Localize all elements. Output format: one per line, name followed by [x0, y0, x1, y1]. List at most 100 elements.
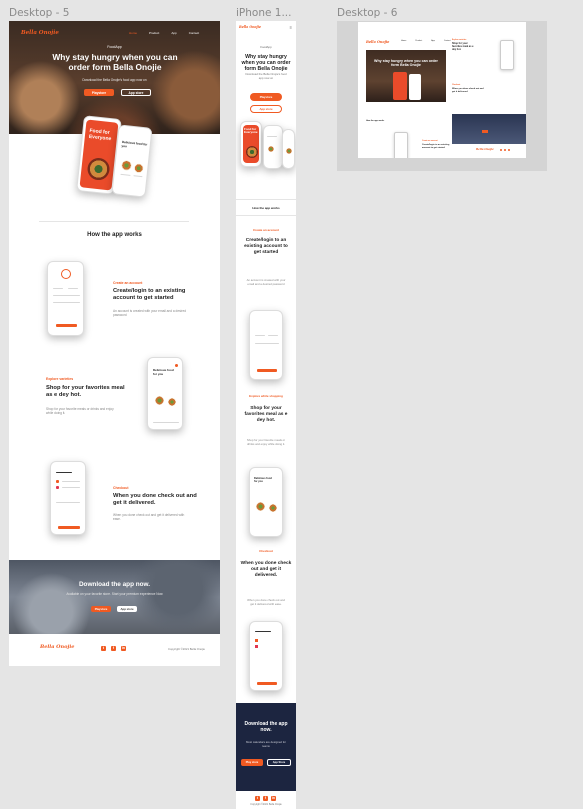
desktop6-page: Bella Onojie Home Product App Contact Wh…: [358, 22, 526, 158]
download-playstore-button[interactable]: Playstore: [91, 606, 111, 612]
d6-nav-app[interactable]: App: [431, 40, 435, 42]
mobile-step2-title: Shop for your favorites meal as e dey ho…: [244, 406, 288, 423]
hero-banner: Bella Onojie Home Product App Contact Fo…: [9, 21, 220, 134]
instagram-icon[interactable]: in: [121, 646, 126, 651]
mobile-download-playstore[interactable]: Play store: [241, 759, 263, 766]
d6-how: How the app works: [366, 120, 385, 122]
facebook-icon[interactable]: f: [263, 796, 268, 801]
nav-item-contact[interactable]: Contact: [189, 31, 199, 35]
d6-nav-home[interactable]: Home: [401, 40, 406, 42]
twitter-icon[interactable]: [500, 149, 502, 151]
mobile-step1-kicker: Create an account: [252, 228, 279, 232]
text-line: [56, 472, 72, 474]
instagram-icon[interactable]: in: [271, 796, 276, 801]
food-item-icon: [268, 146, 274, 152]
appstore-button[interactable]: App store: [121, 89, 151, 96]
d6-kicker-3: Create an account: [422, 140, 438, 142]
nav-links: Home Product App Contact: [129, 31, 199, 35]
d6-footer-logo[interactable]: Bella Onojie: [476, 148, 494, 151]
mobile-step3-body: When you done check out and get it deliv…: [247, 598, 285, 606]
frame-label-iphone[interactable]: iPhone 1...: [236, 7, 291, 19]
mobile-step3-phone: [249, 621, 283, 691]
d6-nav-product[interactable]: Product: [415, 40, 422, 42]
menu-icon[interactable]: ≡: [290, 25, 292, 30]
d6-card-mid: Checkout When you done check out and get…: [452, 84, 522, 116]
step3-phone: [50, 461, 86, 535]
food-item-icon: [133, 163, 144, 174]
d6-logo[interactable]: Bella Onojie: [366, 40, 389, 44]
artboard-iphone[interactable]: Bella Onojie ≡ FoodApp Why stay hungry w…: [236, 21, 296, 809]
brand-logo[interactable]: Bella Onojie: [21, 30, 59, 36]
text-line: [267, 136, 277, 138]
twitter-icon[interactable]: t: [255, 796, 260, 801]
mobile-step1-title: Create/login to an existing account to g…: [244, 238, 288, 255]
mobile-how-title: How the app works: [252, 206, 280, 210]
nav-item-product[interactable]: Product: [149, 31, 159, 35]
d6-kicker-2: Checkout: [452, 84, 461, 86]
mobile-step1-phone: [249, 310, 283, 380]
hero-subtitle: Download the Bella Onojie's food app now…: [82, 78, 147, 82]
step2-kicker: Explore varieties: [46, 377, 74, 381]
text-line: [120, 173, 131, 177]
step3-kicker: Checkout: [113, 486, 129, 490]
text-line: [53, 288, 63, 290]
how-title: How the app works: [87, 232, 142, 238]
mobile-step3-title: When you done check out and get it deliv…: [240, 561, 292, 578]
mobile-appstore-button[interactable]: App store: [250, 105, 282, 113]
d6-phone: [393, 72, 407, 100]
text-line: [62, 487, 80, 489]
d6-nav: Home Product App Contact: [401, 40, 451, 42]
d6-phone: [500, 40, 514, 70]
d6-kicker: Explore varieties: [452, 39, 467, 41]
step1-title: Create/login to an existing account to g…: [113, 288, 186, 302]
download-banner: Download the app now. Available on your …: [9, 560, 220, 634]
d6-right-title-2: When you done check out and get it deliv…: [452, 88, 484, 93]
mobile-download-section: Download the app now. Most calendars are…: [236, 703, 296, 791]
playstore-button[interactable]: Playstore: [84, 89, 114, 96]
d6-hero: Why stay hungry when you can order form …: [366, 50, 446, 102]
frame-label-desktop6[interactable]: Desktop - 6: [337, 7, 397, 19]
d6-nav-contact[interactable]: Contact: [444, 40, 451, 42]
text-line: [53, 295, 80, 297]
mobile-download-appstore[interactable]: App Store: [267, 759, 291, 766]
step1-kicker: Create an account: [113, 281, 143, 285]
food-item-icon: [121, 159, 132, 171]
facebook-icon[interactable]: [504, 149, 506, 151]
food-image: [246, 146, 258, 158]
step2-phone: Delicious food for you: [147, 357, 183, 430]
copyright: Copyright ©2021 Bella Onojie: [168, 647, 205, 651]
hero-title: Why stay hungry when you can order form …: [52, 52, 178, 73]
mobile-logo[interactable]: Bella Onojie: [239, 25, 261, 29]
text-line: [255, 343, 279, 345]
text-line: [56, 502, 80, 504]
instagram-icon[interactable]: [508, 149, 510, 151]
hero-tag: FoodApp: [107, 45, 122, 49]
mobile-step2-phone: Delicious food for you: [249, 467, 283, 537]
mobile-download-body: Most calendars are designed for teams: [246, 740, 286, 748]
nav-item-home[interactable]: Home: [129, 31, 137, 35]
mobile-hero-subtitle: Download the Bella Onojie's food app now…: [245, 72, 287, 80]
bank-icon: [56, 486, 59, 489]
mobile-playstore-button[interactable]: Playstore: [250, 93, 282, 101]
footer-logo[interactable]: Bella Onojie: [40, 644, 74, 650]
step3-body: When you done check out and get it deliv…: [113, 513, 185, 522]
artboard-desktop5[interactable]: Bella Onojie Home Product App Contact Fo…: [9, 21, 220, 666]
text-line: [255, 335, 265, 337]
facebook-icon[interactable]: f: [111, 646, 116, 651]
nav-item-app[interactable]: App: [171, 31, 176, 35]
twitter-icon[interactable]: t: [101, 646, 106, 651]
mobile-step2-kicker: Explore while shopping: [249, 394, 283, 398]
phone-welcome: Delicious food for you: [121, 139, 148, 149]
d6-button[interactable]: [482, 130, 488, 133]
card-icon: [255, 639, 258, 642]
phone-welcome: Delicious food for you: [254, 477, 272, 483]
frame-label-desktop5[interactable]: Desktop - 5: [9, 7, 69, 19]
card-icon: [56, 480, 59, 483]
download-appstore-button[interactable]: App store: [117, 606, 137, 612]
d6-phone: [409, 74, 421, 100]
mobile-download-title: Download the app now.: [244, 721, 288, 734]
food-item-icon: [155, 396, 164, 405]
text-line: [68, 288, 78, 290]
d6-social: [500, 149, 510, 151]
artboard-desktop6[interactable]: Bella Onojie Home Product App Contact Wh…: [337, 21, 547, 171]
